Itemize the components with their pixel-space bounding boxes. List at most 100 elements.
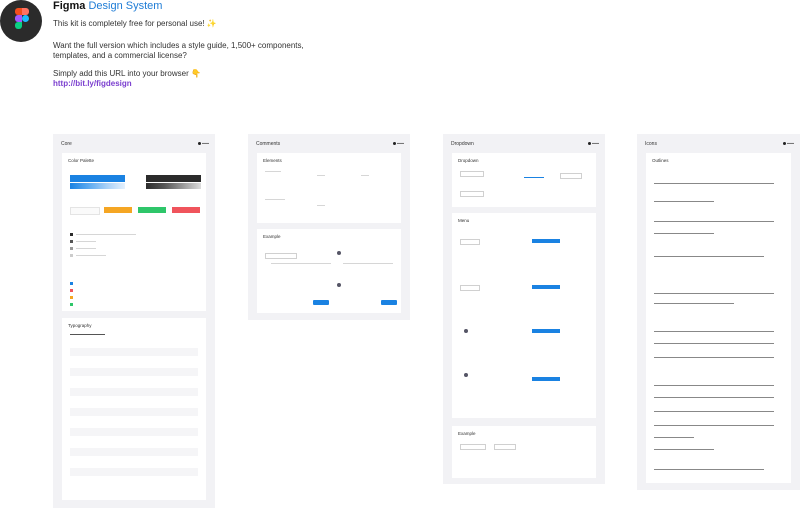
- dropdown-default[interactable]: [460, 171, 484, 177]
- element-line: [317, 205, 325, 206]
- frame-core: Core ▬▬ Color Palette Typography: [53, 134, 215, 508]
- icon-row: [654, 411, 774, 412]
- comment-text-line: [271, 263, 331, 264]
- type-sample-line: [70, 334, 105, 335]
- type-row: [70, 388, 198, 396]
- frame-comments: Comments ▬▬ Elements Example: [248, 134, 410, 320]
- logo-block-red: [15, 8, 22, 15]
- frame-dropdown: Dropdown ▬▬ Dropdown Menu Example: [443, 134, 605, 484]
- badge-dot-icon: [198, 141, 201, 145]
- comment-elements-title: Elements: [263, 158, 282, 163]
- dropdown-elements-card: Dropdown: [452, 153, 596, 207]
- type-row: [70, 418, 198, 426]
- type-row: [70, 408, 198, 416]
- icon-row: [654, 357, 774, 358]
- element-line: [361, 175, 369, 176]
- frame-badge-dropdown: ▬▬: [588, 141, 599, 145]
- kit-url-link[interactable]: http://bit.ly/figdesign: [53, 79, 132, 88]
- logo-block-orange: [22, 8, 29, 15]
- color-palette-card: Color Palette: [62, 153, 206, 311]
- example-dropdown[interactable]: [460, 444, 486, 450]
- intro-line-1: This kit is completely free for personal…: [53, 19, 217, 28]
- type-row: [70, 458, 198, 466]
- dropdown-example-card: Example: [452, 426, 596, 478]
- badge-dot-icon: [783, 141, 786, 145]
- comment-elements-card: Elements: [257, 153, 401, 223]
- swatch-dark-main: [146, 175, 201, 182]
- type-row: [70, 368, 198, 376]
- menu-user-avatar: [464, 373, 468, 377]
- typography-title: Typography: [68, 323, 92, 328]
- badge-dot-icon: [588, 141, 591, 145]
- post-reply-button[interactable]: [381, 300, 397, 305]
- color-palette-title: Color Palette: [68, 158, 95, 163]
- icon-row: [654, 385, 774, 386]
- swatch-red: [172, 207, 200, 213]
- menu-trigger[interactable]: [460, 285, 480, 291]
- icon-row: [654, 201, 714, 202]
- menu-item-selected[interactable]: [532, 329, 560, 333]
- menu-item-selected[interactable]: [532, 239, 560, 243]
- type-row: [70, 378, 198, 386]
- icon-row: [654, 221, 774, 222]
- element-line: [265, 199, 285, 200]
- logo-block-blue: [22, 15, 29, 22]
- accent-blue-icon: [70, 282, 73, 285]
- comment-input[interactable]: [265, 253, 297, 259]
- frame-title-dropdown: Dropdown: [451, 141, 474, 147]
- icon-outlines-title: Outlines: [652, 158, 669, 163]
- swatch-blue-scale: [70, 183, 125, 189]
- type-row: [70, 468, 198, 476]
- dropdown-small[interactable]: [460, 191, 484, 197]
- type-row: [70, 448, 198, 456]
- frame-icons: Icons ▬▬ Outlines: [637, 134, 800, 490]
- type-row: [70, 428, 198, 436]
- frame-title-comments: Comments: [256, 141, 281, 147]
- icon-row: [654, 233, 714, 234]
- accent-yellow-icon: [70, 296, 73, 299]
- frame-badge-core: ▬▬: [198, 141, 209, 145]
- swatch-blue-main: [70, 175, 125, 182]
- swatch-green: [138, 207, 166, 213]
- type-row: [70, 348, 198, 356]
- menu-item-selected[interactable]: [532, 377, 560, 381]
- accent-green-icon: [70, 303, 73, 306]
- logo-block-purple: [15, 15, 22, 22]
- dropdown-elements-title: Dropdown: [458, 158, 479, 163]
- dropdown-active-underline: [524, 177, 544, 178]
- icon-row: [654, 397, 774, 398]
- swatch-dark-scale: [146, 183, 201, 189]
- dropdown-variant[interactable]: [560, 173, 582, 179]
- icon-row: [654, 437, 694, 438]
- text-color-row: [76, 248, 96, 249]
- page-title: Figma Design System: [53, 0, 162, 12]
- text-color-medium-icon: [70, 240, 73, 243]
- element-line: [265, 171, 281, 172]
- text-color-row: [76, 241, 96, 242]
- menu-title: Menu: [458, 218, 470, 223]
- frame-title-icons: Icons: [645, 141, 657, 147]
- intro-line-3: templates, and a commercial license?: [53, 51, 187, 60]
- intro-line-4: Simply add this URL into your browser 👇: [53, 69, 201, 78]
- swatch-yellow: [104, 207, 132, 213]
- comment-text-line: [343, 263, 393, 264]
- type-row: [70, 438, 198, 446]
- frame-badge-icons: ▬▬: [783, 141, 794, 145]
- menu-item-selected[interactable]: [532, 285, 560, 289]
- title-accent: Design System: [88, 0, 163, 12]
- reply-avatar: [337, 283, 341, 287]
- text-color-light-icon: [70, 247, 73, 250]
- accent-red-icon: [70, 289, 73, 292]
- post-comment-button[interactable]: [313, 300, 329, 305]
- frame-badge-comments: ▬▬: [393, 141, 404, 145]
- text-color-dark-icon: [70, 233, 73, 236]
- logo-block-green: [15, 22, 22, 29]
- swatch-white: [70, 207, 100, 215]
- icon-row: [654, 449, 714, 450]
- menu-trigger[interactable]: [460, 239, 480, 245]
- icon-outlines-card: Outlines: [646, 153, 791, 483]
- example-dropdown[interactable]: [494, 444, 516, 450]
- element-line: [317, 175, 325, 176]
- icon-row: [654, 293, 774, 294]
- figma-logo: [0, 0, 42, 42]
